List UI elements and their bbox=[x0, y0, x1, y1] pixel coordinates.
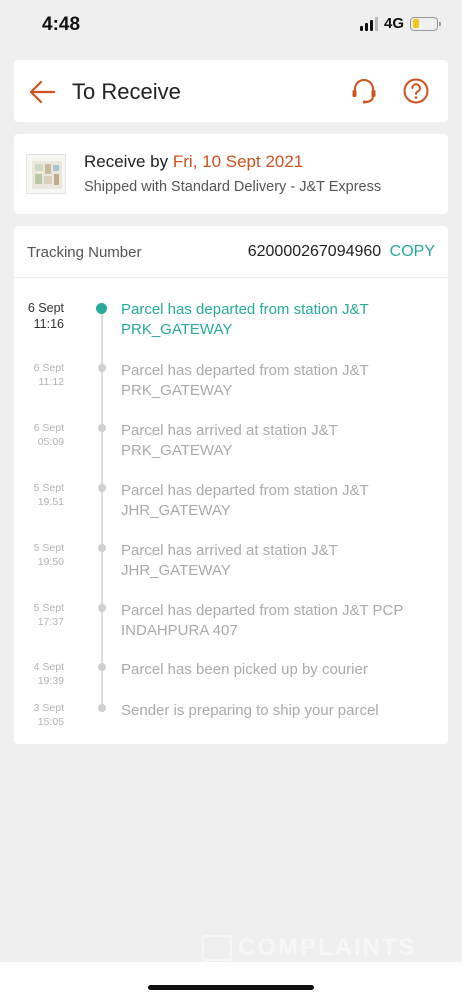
event-description: Parcel has departed from station J&T PRK… bbox=[121, 301, 369, 338]
timeline-dot-active bbox=[96, 303, 107, 314]
event-description: Parcel has arrived at station J&T JHR_GA… bbox=[121, 542, 338, 579]
watermark-text: COMPLAINTS bbox=[238, 934, 417, 961]
status-time: 4:48 bbox=[42, 14, 81, 35]
home-indicator[interactable] bbox=[148, 985, 314, 990]
event-date: 6 Sept 11:16 bbox=[27, 301, 64, 331]
signal-icon bbox=[359, 16, 378, 31]
timeline-dot bbox=[98, 663, 106, 671]
header-bar: To Receive bbox=[14, 60, 448, 122]
tracking-number-group: 620000267094960 COPY bbox=[248, 243, 435, 261]
bottom-bar bbox=[0, 962, 462, 1000]
event-description: Parcel has departed from station J&T PRK… bbox=[121, 362, 369, 399]
event-description: Sender is preparing to ship your parcel bbox=[121, 702, 379, 719]
tracking-card: Tracking Number 620000267094960 COPY 6 S… bbox=[14, 226, 448, 744]
status-indicators: 4G bbox=[359, 15, 441, 32]
watermark-icon bbox=[202, 935, 232, 961]
tracking-number-row: Tracking Number 620000267094960 COPY bbox=[14, 226, 448, 278]
event-date: 4 Sept 19:39 bbox=[33, 661, 64, 687]
timeline-dot bbox=[98, 484, 106, 492]
battery-icon bbox=[410, 16, 441, 31]
watermark: COMPLAINTS bbox=[202, 934, 417, 962]
estimated-delivery: Receive by Fri, 10 Sept 2021 bbox=[84, 152, 303, 172]
event-date: 5 Sept 19:50 bbox=[33, 542, 64, 568]
status-bar: 4:48 4G bbox=[0, 0, 462, 50]
event-date: 6 Sept 11:12 bbox=[33, 362, 64, 388]
event-date: 5 Sept 17:37 bbox=[33, 602, 64, 628]
copy-button[interactable]: COPY bbox=[390, 243, 435, 260]
event-description: Parcel has arrived at station J&T PRK_GA… bbox=[121, 422, 338, 459]
timeline-dot bbox=[98, 604, 106, 612]
tracking-number: 620000267094960 bbox=[247, 243, 382, 260]
event-date: 3 Sept 15:05 bbox=[33, 702, 64, 728]
page-title: To Receive bbox=[72, 79, 181, 104]
timeline-dot bbox=[98, 424, 106, 432]
event-description: Parcel has departed from station J&T PCP… bbox=[121, 602, 404, 639]
shipping-info: Shipped with Standard Delivery - J&T Exp… bbox=[84, 179, 382, 195]
event-description: Parcel has departed from station J&T JHR… bbox=[121, 482, 369, 519]
question-circle-icon[interactable] bbox=[402, 77, 430, 105]
timeline-dot bbox=[98, 544, 106, 552]
receive-label: Receive by bbox=[84, 152, 169, 171]
event-description: Parcel has been picked up by courier bbox=[121, 661, 368, 678]
receive-date: Fri, 10 Sept 2021 bbox=[172, 152, 304, 171]
network-type: 4G bbox=[383, 15, 404, 32]
timeline-dot bbox=[98, 364, 106, 372]
back-arrow-icon[interactable] bbox=[28, 78, 56, 106]
event-date: 6 Sept 05:09 bbox=[33, 422, 64, 448]
delivery-info-card: Receive by Fri, 10 Sept 2021 Shipped wit… bbox=[14, 134, 448, 214]
timeline-dot bbox=[98, 704, 106, 712]
event-date: 5 Sept 19:51 bbox=[33, 482, 64, 508]
headset-icon[interactable] bbox=[350, 77, 378, 105]
tracking-label: Tracking Number bbox=[27, 244, 142, 261]
product-thumbnail bbox=[26, 154, 66, 194]
